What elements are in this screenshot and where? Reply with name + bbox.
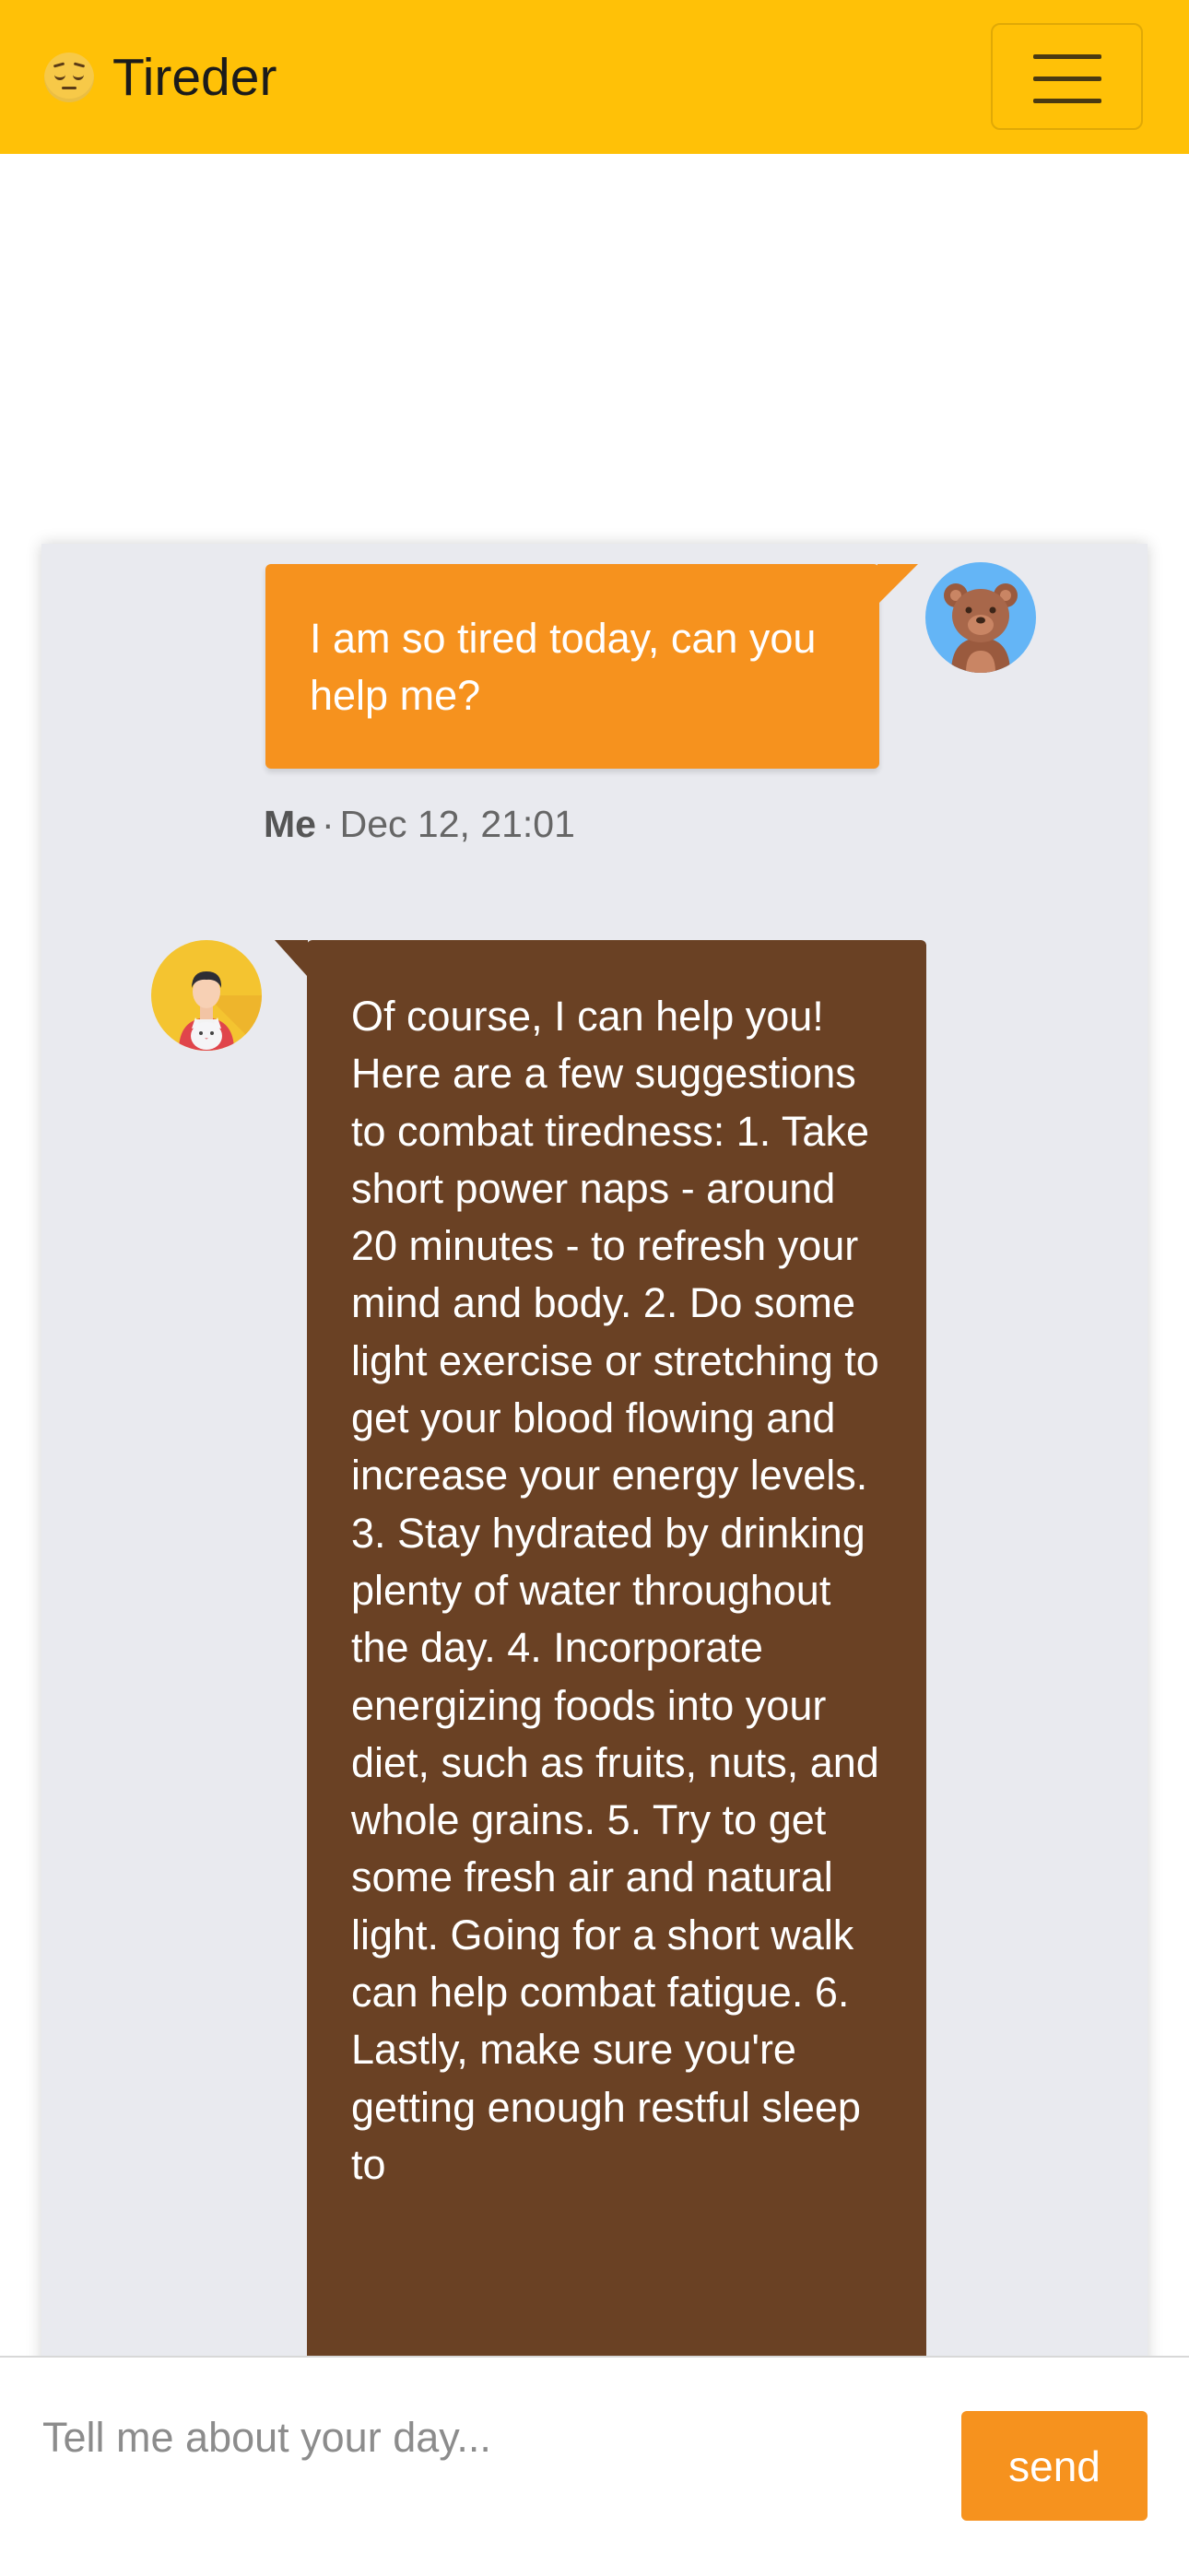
brand-name: Tireder bbox=[112, 48, 277, 107]
bear-avatar-icon bbox=[925, 562, 1036, 673]
bot-message-tail bbox=[275, 940, 308, 977]
hamburger-menu-icon bbox=[1033, 54, 1101, 59]
meta-separator: · bbox=[321, 803, 335, 845]
user-message-meta: Me · Dec 12, 21:01 bbox=[264, 800, 575, 848]
message-input[interactable] bbox=[20, 2378, 951, 2498]
brand-link[interactable]: Tireder bbox=[44, 46, 277, 109]
message-author: Me bbox=[264, 803, 316, 845]
pensive-face-emoji-icon bbox=[44, 53, 94, 102]
menu-toggle-button[interactable] bbox=[991, 23, 1143, 130]
navbar: Tireder bbox=[0, 0, 1189, 154]
send-button[interactable]: send bbox=[961, 2411, 1148, 2521]
person-with-cat-avatar-icon bbox=[151, 940, 262, 1051]
user-message-tail bbox=[877, 564, 918, 605]
bot-message-bubble: Of course, I can help you! Here are a fe… bbox=[307, 940, 926, 2415]
user-message-bubble: I am so tired today, can you help me? bbox=[265, 564, 879, 769]
message-timestamp: Dec 12, 21:01 bbox=[339, 803, 575, 845]
